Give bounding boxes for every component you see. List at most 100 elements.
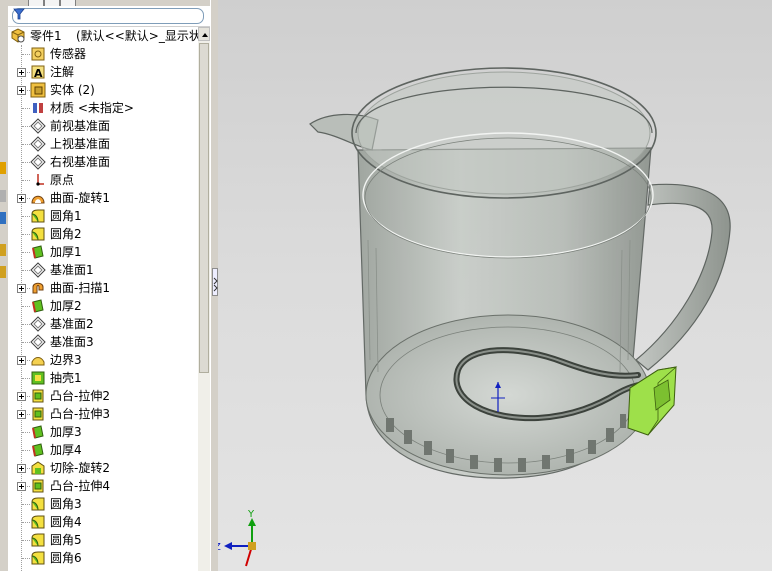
tree-item[interactable]: 材质 <未指定> [8, 99, 198, 117]
expand-icon[interactable] [17, 68, 26, 77]
tree-item-label: 圆角2 [50, 227, 82, 241]
expand-icon[interactable] [17, 86, 26, 95]
tree-item-label: 切除-旋转2 [50, 461, 110, 475]
tree-item[interactable]: 圆角3 [8, 495, 198, 513]
toolbar-icon[interactable] [0, 212, 6, 224]
tree-item[interactable]: 切除-旋转2 [8, 459, 198, 477]
tree-connector [22, 216, 30, 217]
expand-icon[interactable] [17, 194, 26, 203]
tree-item[interactable]: 圆角6 [8, 549, 198, 567]
tree-item[interactable]: 原点 [8, 171, 198, 189]
tree-item[interactable]: 抽壳1 [8, 369, 198, 387]
tree-connector [22, 432, 30, 433]
tree-item[interactable]: A 注解 [8, 63, 198, 81]
fillet-icon [31, 515, 45, 529]
tree-item-label: 圆角3 [50, 497, 82, 511]
tree-item-label: 实体 (2) [50, 83, 95, 97]
tree-root[interactable]: 零件1 (默认<<默认>_显示状态 [8, 27, 198, 45]
toolbar-icon[interactable] [0, 162, 6, 174]
tree-item[interactable]: 凸台-拉伸3 [8, 405, 198, 423]
graphics-viewport[interactable]: Y Z [218, 0, 772, 571]
tree-item-label: 抽壳1 [50, 371, 82, 385]
tree-item-label: 加厚1 [50, 245, 82, 259]
tree-connector [22, 252, 30, 253]
tree-item[interactable]: 凸台-拉伸4 [8, 477, 198, 495]
scroll-up-button[interactable] [198, 27, 210, 41]
thicken-icon [32, 299, 44, 313]
tree-item-label: 圆角4 [50, 515, 82, 529]
scroll-thumb[interactable] [199, 43, 209, 373]
expand-icon[interactable] [17, 410, 26, 419]
tree-item-label: 加厚3 [50, 425, 82, 439]
tree-item[interactable]: 加厚1 [8, 243, 198, 261]
tree-item[interactable]: 曲面-旋转1 [8, 189, 198, 207]
tree-item-label: 圆角6 [50, 551, 82, 565]
fillet-icon [31, 551, 45, 565]
filter-input[interactable] [12, 8, 204, 24]
tree-connector [22, 54, 30, 55]
fillet-icon [31, 497, 45, 511]
plane-icon [30, 118, 46, 134]
surface-sweep-icon [32, 282, 44, 294]
tree-item-label: 圆角1 [50, 209, 82, 223]
tree-connector [22, 162, 30, 163]
tree-connector [22, 504, 30, 505]
tree-item[interactable]: 上视基准面 [8, 135, 198, 153]
tree-item-label: 基准面3 [50, 335, 94, 349]
expand-icon[interactable] [17, 392, 26, 401]
tree-item[interactable]: 基准面2 [8, 315, 198, 333]
fillet-icon [31, 227, 45, 241]
tree-item[interactable]: 传感器 [8, 45, 198, 63]
annotation-icon: A [31, 65, 45, 80]
coordinate-triad: Y Z [218, 509, 256, 567]
tree-item[interactable]: 加厚2 [8, 297, 198, 315]
tree-item[interactable]: 加厚3 [8, 423, 198, 441]
toolbar-icon[interactable] [0, 190, 6, 202]
filter-icon[interactable] [12, 7, 26, 21]
tree-item-label: 凸台-拉伸4 [50, 479, 110, 493]
tree-item[interactable]: 基准面3 [8, 333, 198, 351]
expand-icon[interactable] [17, 284, 26, 293]
tree-item[interactable]: 圆角2 [8, 225, 198, 243]
toolbar-icon[interactable] [0, 244, 6, 256]
tree-item-label: 前视基准面 [50, 119, 111, 133]
tree-connector [22, 324, 30, 325]
tree-item[interactable]: 圆角5 [8, 531, 198, 549]
toolbar-icon[interactable] [0, 266, 6, 278]
part-icon [11, 28, 25, 43]
tree-item[interactable]: 加厚4 [8, 441, 198, 459]
expand-icon[interactable] [17, 482, 26, 491]
tree-connector [22, 126, 30, 127]
material-icon [33, 103, 43, 113]
tree-item[interactable]: 圆角1 [8, 207, 198, 225]
tree-item-label: 上视基准面 [50, 137, 111, 151]
boss-extrude-icon [32, 407, 44, 421]
expand-icon[interactable] [17, 356, 26, 365]
tree-item-label: 凸台-拉伸3 [50, 407, 110, 421]
tree-connector [22, 306, 30, 307]
tree-item[interactable]: 凸台-拉伸2 [8, 387, 198, 405]
tree-item-label: 原点 [50, 173, 75, 187]
cut-revolve-icon [31, 461, 45, 475]
tree-item-label: 右视基准面 [50, 155, 111, 169]
feature-manager-panel: 零件1 (默认<<默认>_显示状态 传感器 A 注解实体 (2) 材质 <未指定> 前视… [8, 0, 211, 571]
shell-icon [31, 371, 45, 385]
tree-item[interactable]: 圆角4 [8, 513, 198, 531]
tree-item[interactable]: 实体 (2) [8, 81, 198, 99]
tree-connector [22, 540, 30, 541]
thicken-icon [32, 245, 44, 259]
tree-item-label: 凸台-拉伸2 [50, 389, 110, 403]
tree-item-label: 加厚2 [50, 299, 82, 313]
root-label: 零件1 [30, 29, 62, 43]
tree-item[interactable]: 右视基准面 [8, 153, 198, 171]
origin-icon [36, 174, 44, 186]
tree-item[interactable]: 前视基准面 [8, 117, 198, 135]
fillet-icon [31, 533, 45, 547]
expand-icon[interactable] [17, 464, 26, 473]
tree-item-label: 曲面-扫描1 [50, 281, 110, 295]
tree-item[interactable]: 边界3 [8, 351, 198, 369]
tree-scrollbar[interactable] [198, 27, 210, 571]
tree-item[interactable]: 基准面1 [8, 261, 198, 279]
tree-connector [22, 234, 30, 235]
tree-item[interactable]: 曲面-扫描1 [8, 279, 198, 297]
